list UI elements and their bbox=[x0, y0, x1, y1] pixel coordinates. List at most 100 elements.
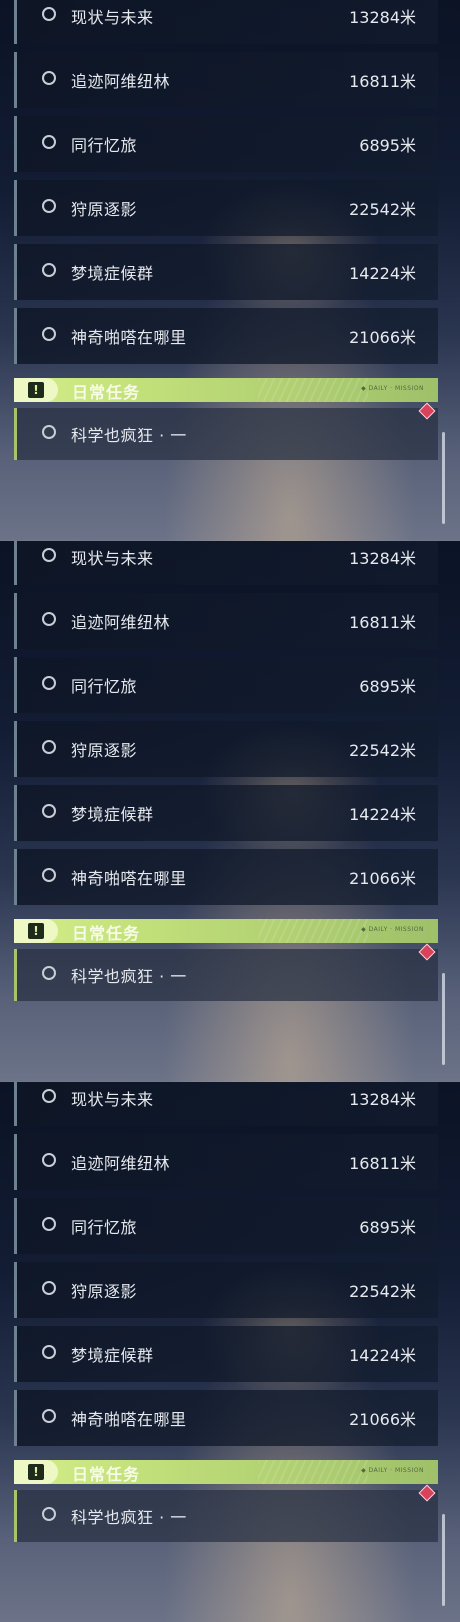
quest-item[interactable]: 狩原逐影 22542米 bbox=[14, 721, 438, 777]
quest-name: 梦境症候群 bbox=[71, 264, 154, 283]
quest-item[interactable]: 追迹阿维纽林 16811米 bbox=[14, 52, 438, 108]
quest-item[interactable]: 同行忆旅 6895米 bbox=[14, 657, 438, 713]
quest-distance: 16811米 bbox=[349, 1154, 416, 1173]
quest-status-circle-icon bbox=[42, 1089, 56, 1103]
quest-distance: 22542米 bbox=[349, 741, 416, 760]
quest-distance: 16811米 bbox=[349, 613, 416, 632]
quest-item[interactable]: 梦境症候群 14224米 bbox=[14, 785, 438, 841]
quest-distance: 6895米 bbox=[359, 136, 416, 155]
daily-quest-name: 科学也疯狂 · 一 bbox=[71, 426, 187, 445]
quest-status-circle-icon bbox=[42, 966, 56, 980]
quest-item[interactable]: 狩原逐影 22542米 bbox=[14, 180, 438, 236]
quest-status-circle-icon bbox=[42, 71, 56, 85]
daily-quest-item[interactable]: 科学也疯狂 · 一 bbox=[14, 1490, 438, 1542]
quest-item[interactable]: 同行忆旅 6895米 bbox=[14, 1198, 438, 1254]
decorative-stripes bbox=[258, 378, 368, 402]
scrollbar-thumb[interactable] bbox=[442, 973, 445, 1065]
quest-status-circle-icon bbox=[42, 1345, 56, 1359]
quest-item[interactable]: 神奇啪嗒在哪里 21066米 bbox=[14, 1390, 438, 1446]
quest-status-circle-icon bbox=[42, 1507, 56, 1521]
scrollbar-thumb[interactable] bbox=[442, 1514, 445, 1606]
quest-item[interactable]: 现状与未来 13284米 bbox=[14, 1082, 438, 1126]
quest-item[interactable]: 追迹阿维纽林 16811米 bbox=[14, 1134, 438, 1190]
daily-missions-tag: ◆ DAILY · MISSION bbox=[361, 385, 424, 392]
quest-name: 神奇啪嗒在哪里 bbox=[71, 328, 187, 347]
quest-panel: 现状与未来 13284米 追迹阿维纽林 16811米 同行忆旅 6895米 狩原… bbox=[0, 1081, 460, 1622]
quest-status-circle-icon bbox=[42, 263, 56, 277]
quest-item[interactable]: 追迹阿维纽林 16811米 bbox=[14, 593, 438, 649]
quest-name: 追迹阿维纽林 bbox=[71, 1154, 171, 1173]
quest-name: 狩原逐影 bbox=[71, 1282, 138, 1301]
quest-status-circle-icon bbox=[42, 1281, 56, 1295]
quest-distance: 14224米 bbox=[349, 264, 416, 283]
scrollbar-thumb[interactable] bbox=[442, 432, 445, 524]
quest-name: 梦境症候群 bbox=[71, 1346, 154, 1365]
quest-status-circle-icon bbox=[42, 1153, 56, 1167]
quest-name: 神奇啪嗒在哪里 bbox=[71, 1410, 187, 1429]
quest-status-circle-icon bbox=[42, 612, 56, 626]
quest-distance: 22542米 bbox=[349, 1282, 416, 1301]
daily-missions-header[interactable]: ! 日常任务 ◆ DAILY · MISSION bbox=[14, 919, 438, 943]
quest-status-circle-icon bbox=[42, 868, 56, 882]
quest-status-circle-icon bbox=[42, 199, 56, 213]
quest-distance: 21066米 bbox=[349, 328, 416, 347]
daily-missions-title: 日常任务 bbox=[72, 1465, 141, 1484]
quest-item[interactable]: 现状与未来 13284米 bbox=[14, 0, 438, 44]
quest-name: 现状与未来 bbox=[71, 8, 154, 27]
quest-distance: 13284米 bbox=[349, 549, 416, 568]
quest-status-circle-icon bbox=[42, 676, 56, 690]
quest-panel: 现状与未来 13284米 追迹阿维纽林 16811米 同行忆旅 6895米 狩原… bbox=[0, 540, 460, 1081]
alert-icon: ! bbox=[14, 378, 58, 402]
quest-status-circle-icon bbox=[42, 1409, 56, 1423]
quest-item[interactable]: 神奇啪嗒在哪里 21066米 bbox=[14, 308, 438, 364]
daily-quest-item[interactable]: 科学也疯狂 · 一 bbox=[14, 408, 438, 460]
quest-distance: 13284米 bbox=[349, 1090, 416, 1109]
daily-quest-item[interactable]: 科学也疯狂 · 一 bbox=[14, 949, 438, 1001]
quest-item[interactable]: 同行忆旅 6895米 bbox=[14, 116, 438, 172]
quest-distance: 13284米 bbox=[349, 8, 416, 27]
quest-status-circle-icon bbox=[42, 804, 56, 818]
daily-missions-tag: ◆ DAILY · MISSION bbox=[361, 926, 424, 933]
quest-status-circle-icon bbox=[42, 327, 56, 341]
decorative-stripes bbox=[258, 919, 368, 943]
quest-status-circle-icon bbox=[42, 425, 56, 439]
quest-name: 追迹阿维纽林 bbox=[71, 613, 171, 632]
quest-name: 追迹阿维纽林 bbox=[71, 72, 171, 91]
quest-panel: 现状与未来 13284米 追迹阿维纽林 16811米 同行忆旅 6895米 狩原… bbox=[0, 0, 460, 540]
quest-status-circle-icon bbox=[42, 740, 56, 754]
quest-name: 现状与未来 bbox=[71, 1090, 154, 1109]
quest-distance: 14224米 bbox=[349, 805, 416, 824]
quest-item[interactable]: 梦境症候群 14224米 bbox=[14, 244, 438, 300]
daily-missions-header[interactable]: ! 日常任务 ◆ DAILY · MISSION bbox=[14, 378, 438, 402]
daily-missions-title: 日常任务 bbox=[72, 924, 141, 943]
quest-item[interactable]: 梦境症候群 14224米 bbox=[14, 1326, 438, 1382]
daily-missions-header[interactable]: ! 日常任务 ◆ DAILY · MISSION bbox=[14, 1460, 438, 1484]
quest-distance: 21066米 bbox=[349, 1410, 416, 1429]
quest-item[interactable]: 现状与未来 13284米 bbox=[14, 541, 438, 585]
quest-name: 狩原逐影 bbox=[71, 741, 138, 760]
quest-name: 同行忆旅 bbox=[71, 1218, 138, 1237]
daily-missions-title: 日常任务 bbox=[72, 383, 141, 402]
quest-name: 同行忆旅 bbox=[71, 136, 138, 155]
quest-status-circle-icon bbox=[42, 135, 56, 149]
quest-distance: 6895米 bbox=[359, 1218, 416, 1237]
quest-name: 同行忆旅 bbox=[71, 677, 138, 696]
quest-name: 神奇啪嗒在哪里 bbox=[71, 869, 187, 888]
quest-item[interactable]: 狩原逐影 22542米 bbox=[14, 1262, 438, 1318]
daily-quest-name: 科学也疯狂 · 一 bbox=[71, 1508, 187, 1527]
decorative-stripes bbox=[258, 1460, 368, 1484]
alert-icon: ! bbox=[14, 1460, 58, 1484]
daily-quest-name: 科学也疯狂 · 一 bbox=[71, 967, 187, 986]
quest-distance: 16811米 bbox=[349, 72, 416, 91]
quest-status-circle-icon bbox=[42, 548, 56, 562]
quest-status-circle-icon bbox=[42, 7, 56, 21]
quest-distance: 14224米 bbox=[349, 1346, 416, 1365]
quest-item[interactable]: 神奇啪嗒在哪里 21066米 bbox=[14, 849, 438, 905]
quest-name: 现状与未来 bbox=[71, 549, 154, 568]
quest-name: 梦境症候群 bbox=[71, 805, 154, 824]
quest-distance: 21066米 bbox=[349, 869, 416, 888]
quest-status-circle-icon bbox=[42, 1217, 56, 1231]
quest-distance: 6895米 bbox=[359, 677, 416, 696]
alert-icon: ! bbox=[14, 919, 58, 943]
daily-missions-tag: ◆ DAILY · MISSION bbox=[361, 1467, 424, 1474]
